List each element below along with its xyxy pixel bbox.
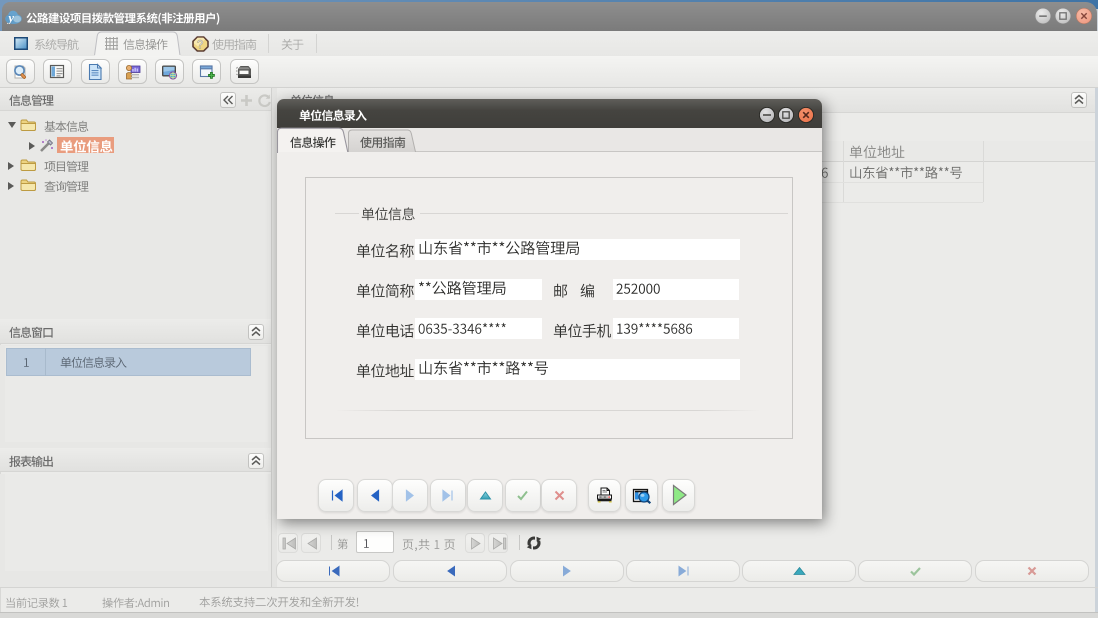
svg-text:?: ? (196, 39, 203, 51)
svg-text:y: y (6, 11, 14, 24)
